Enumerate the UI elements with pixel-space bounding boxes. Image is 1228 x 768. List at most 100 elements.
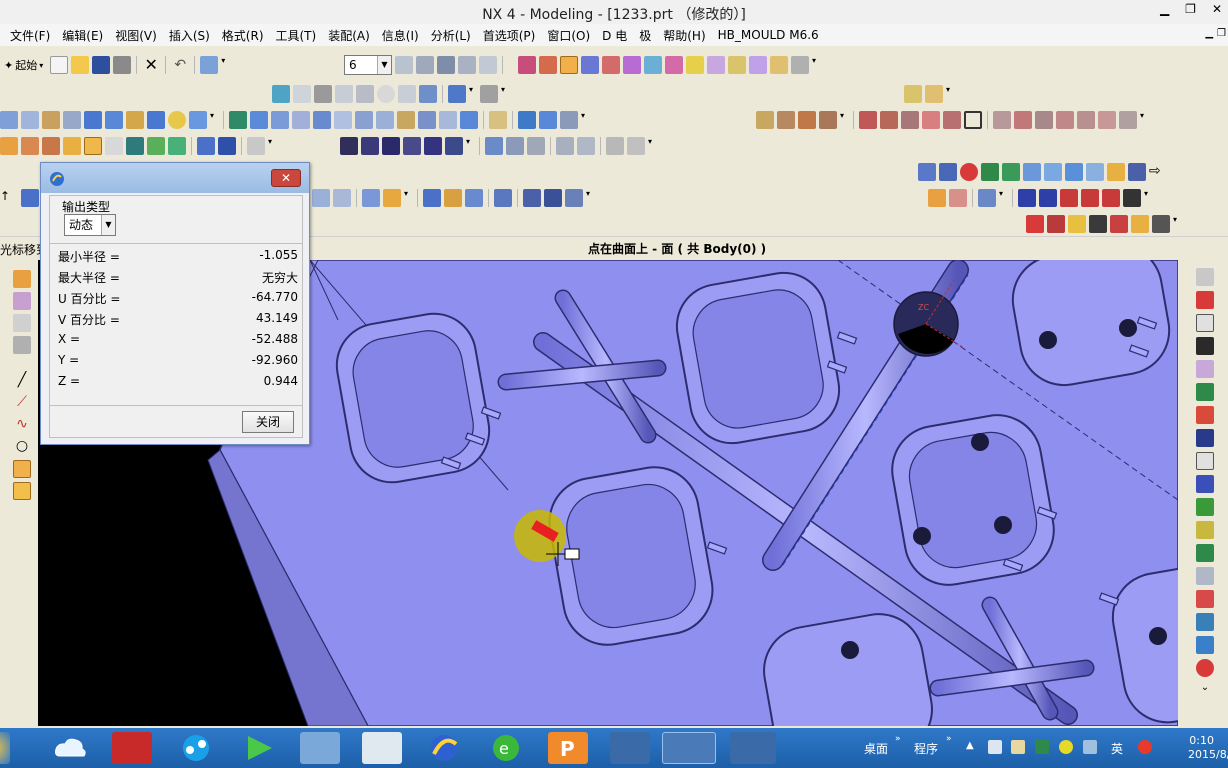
mold-ejector-icon[interactable]	[527, 137, 545, 155]
resource-close-icon[interactable]	[1196, 268, 1214, 286]
hb-tool8-icon[interactable]	[1026, 215, 1044, 233]
hb-tool12-icon[interactable]	[1110, 215, 1128, 233]
menu-edit[interactable]: 编辑(E)	[56, 27, 109, 44]
snap-midpoint-icon[interactable]	[539, 56, 557, 74]
chevron-down-icon[interactable]: ▾	[840, 111, 848, 129]
arc-icon[interactable]	[880, 111, 898, 129]
pattern-icon[interactable]	[439, 111, 457, 129]
revolve-icon[interactable]	[42, 111, 60, 129]
output-type-select[interactable]: 动态 ▼	[64, 214, 116, 236]
assembly-replace-icon[interactable]	[494, 189, 512, 207]
drafting-icon[interactable]	[1196, 544, 1214, 562]
chevron-down-icon[interactable]: ▾	[221, 56, 229, 74]
menu-info[interactable]: 信息(I)	[376, 27, 425, 44]
line-icon[interactable]	[859, 111, 877, 129]
gpu-tray-icon[interactable]	[1035, 740, 1049, 754]
chevron-down-icon[interactable]: ▾	[210, 111, 218, 129]
roles-icon[interactable]	[1196, 452, 1214, 470]
wrap-curve-icon[interactable]	[1119, 111, 1137, 129]
sync-offset-icon[interactable]	[362, 189, 380, 207]
chevron-down-icon[interactable]: ▾	[268, 137, 276, 155]
trim-body-icon[interactable]	[292, 111, 310, 129]
menu-tools[interactable]: 工具(T)	[270, 27, 323, 44]
system-materials-icon[interactable]	[1196, 406, 1214, 424]
mold-shrink-icon[interactable]	[382, 137, 400, 155]
brush-icon[interactable]	[200, 56, 219, 74]
snap-bounding-icon[interactable]	[728, 56, 746, 74]
draft-icon[interactable]	[376, 111, 394, 129]
assembly-mirror-icon[interactable]	[523, 189, 541, 207]
chamfer-icon[interactable]	[418, 111, 436, 129]
new-file-icon[interactable]	[50, 56, 69, 74]
mold-layout-icon[interactable]	[424, 137, 442, 155]
snap-intersection-icon[interactable]	[623, 56, 641, 74]
cloud-app-icon[interactable]	[50, 732, 90, 764]
rectangle-icon[interactable]	[964, 111, 982, 129]
extract-curve-icon[interactable]	[1077, 111, 1095, 129]
hb-3-icon[interactable]	[1018, 189, 1036, 207]
menu-analysis[interactable]: 分析(L)	[425, 27, 477, 44]
copy-to-layer-icon[interactable]	[479, 56, 497, 74]
chevron-down-icon[interactable]: ▾	[1173, 215, 1181, 233]
zoom-box-icon[interactable]	[314, 85, 332, 103]
surface-sew-icon[interactable]	[147, 137, 165, 155]
intersect-icon[interactable]	[271, 111, 289, 129]
programs-toolbar-label[interactable]: 程序	[914, 740, 938, 757]
reuse-library-icon[interactable]	[1196, 337, 1214, 355]
wcs-origin-icon[interactable]	[925, 85, 943, 103]
mold-app-icon[interactable]	[112, 732, 152, 764]
help-icon[interactable]	[1196, 659, 1214, 677]
hb-tool7-icon[interactable]	[1123, 189, 1141, 207]
line-tool-icon[interactable]: ╱	[13, 372, 31, 390]
snap-tangent-icon[interactable]	[707, 56, 725, 74]
chevron-down-icon[interactable]: ▾	[999, 189, 1007, 207]
chevron-down-icon[interactable]: ▾	[581, 111, 589, 129]
mold-init-icon[interactable]	[340, 137, 358, 155]
subtract-icon[interactable]	[250, 111, 268, 129]
web-browser-icon[interactable]	[1196, 360, 1214, 378]
hb-tool3-icon[interactable]	[978, 189, 996, 207]
snap-endpoint-icon[interactable]	[518, 56, 536, 74]
point-on-face-tool-icon[interactable]	[13, 460, 31, 478]
surface-ruled-icon[interactable]	[63, 137, 81, 155]
text-curve-icon[interactable]	[1056, 111, 1074, 129]
sync-pull-face-icon[interactable]	[333, 189, 351, 207]
hb-4-icon[interactable]	[1039, 189, 1057, 207]
snap-point-on-face-icon[interactable]	[560, 56, 578, 74]
feature-edit-icon[interactable]	[539, 111, 557, 129]
move-to-layer-icon[interactable]	[458, 56, 476, 74]
assembly-constraint-icon[interactable]	[444, 189, 462, 207]
menu-insert[interactable]: 插入(S)	[163, 27, 216, 44]
menu-electrode[interactable]: D 电	[596, 27, 633, 44]
circle-tool-icon[interactable]: ○	[13, 438, 31, 456]
refresh-view-icon[interactable]	[272, 85, 290, 103]
ime-language-indicator[interactable]: 英	[1111, 740, 1123, 757]
hb-tool5-icon[interactable]	[1081, 189, 1099, 207]
electrode-spark-icon[interactable]	[960, 163, 978, 181]
hb-tool13-icon[interactable]	[1131, 215, 1149, 233]
menu-preferences[interactable]: 首选项(P)	[477, 27, 542, 44]
surface-untrim-icon[interactable]	[218, 137, 236, 155]
curve-fillet-icon[interactable]	[819, 111, 837, 129]
tray-expand-icon[interactable]: ▲	[966, 740, 974, 751]
arrow-icon[interactable]: ↑	[0, 189, 18, 207]
assembly-array-icon[interactable]	[544, 189, 562, 207]
surface-through-curves-icon[interactable]	[0, 137, 18, 155]
surface-extension-icon[interactable]	[105, 137, 123, 155]
electrode-blank-icon[interactable]	[939, 163, 957, 181]
curve-bridge-icon[interactable]	[777, 111, 795, 129]
hb-tool6-icon[interactable]	[1102, 189, 1120, 207]
electrode-check-icon[interactable]	[981, 163, 999, 181]
edge-blend-icon[interactable]	[397, 111, 415, 129]
chevron-down-icon[interactable]: ▾	[1140, 111, 1148, 129]
menu-hb-mould[interactable]: HB_MOULD M6.6	[712, 28, 825, 42]
assembly-move-icon[interactable]	[465, 189, 483, 207]
save-icon[interactable]	[92, 56, 111, 74]
layer-category-icon[interactable]	[437, 56, 455, 74]
delete-icon[interactable]: ✕	[142, 56, 160, 74]
hb-tool2-icon[interactable]	[949, 189, 967, 207]
sketch-icon[interactable]	[0, 111, 18, 129]
palette-icon[interactable]	[1196, 429, 1214, 447]
curve-trim-icon[interactable]	[798, 111, 816, 129]
snap-surface-icon[interactable]	[770, 56, 788, 74]
